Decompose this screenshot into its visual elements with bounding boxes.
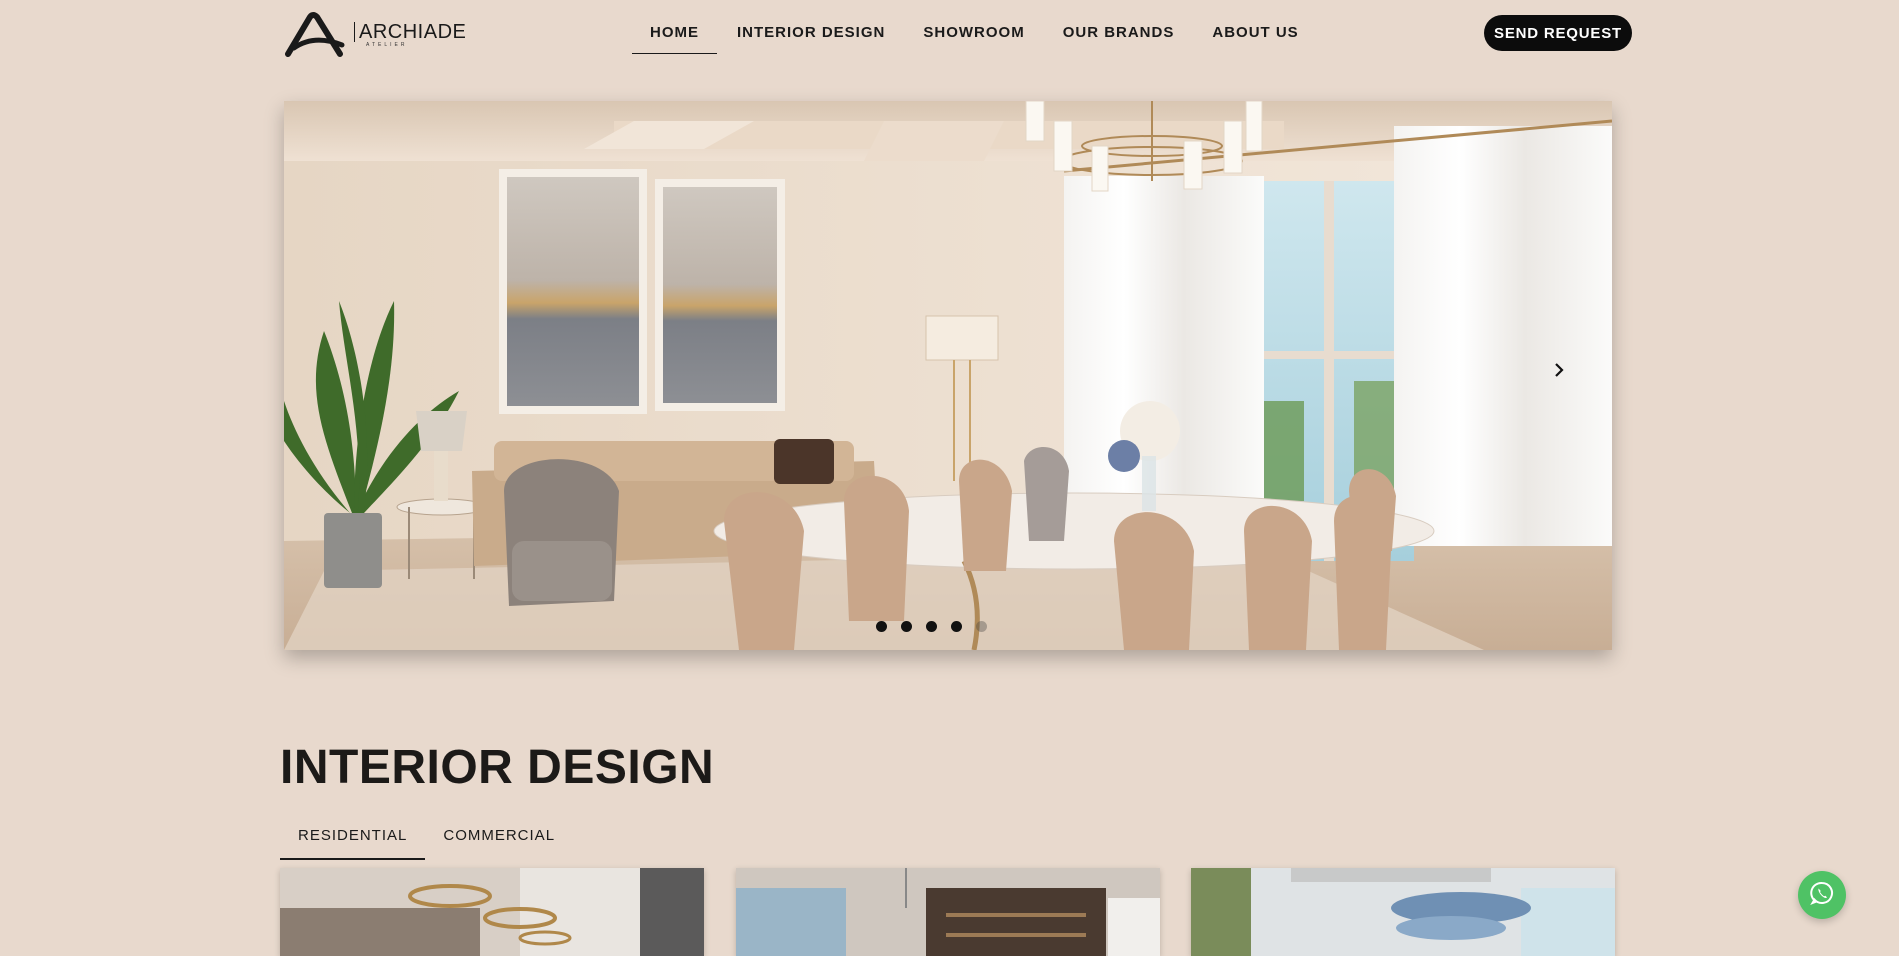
project-card-1[interactable] [280, 868, 704, 956]
main-nav: HOME INTERIOR DESIGN SHOWROOM OUR BRANDS… [632, 14, 1317, 54]
slide-dot-2[interactable] [901, 621, 912, 632]
slide-dot-1[interactable] [876, 621, 887, 632]
whatsapp-icon [1809, 880, 1835, 911]
brand-name: ARCHIADE [354, 22, 466, 42]
project-card-3[interactable] [1191, 868, 1615, 956]
nav-item-interior-design[interactable]: INTERIOR DESIGN [719, 14, 903, 54]
project-card-image [280, 868, 704, 956]
slide-dot-4[interactable] [951, 621, 962, 632]
tab-residential[interactable]: RESIDENTIAL [280, 815, 426, 860]
brand-logo-mark-icon [284, 12, 350, 58]
section-title: INTERIOR DESIGN [280, 741, 715, 794]
slide-dot-3[interactable] [926, 621, 937, 632]
send-request-button[interactable]: SEND REQUEST [1484, 15, 1632, 51]
nav-item-our-brands[interactable]: OUR BRANDS [1045, 14, 1193, 54]
brand-subtitle: ATELIER [366, 42, 408, 48]
project-card-image [1191, 868, 1615, 956]
brand-logo[interactable]: ARCHIADE ATELIER [284, 12, 466, 58]
hero-next-chevron-right-icon[interactable] [1552, 363, 1578, 389]
tab-commercial[interactable]: COMMERCIAL [425, 815, 573, 860]
hero-slide-image [284, 101, 1612, 650]
brand-wordmark: ARCHIADE ATELIER [354, 22, 466, 48]
section-tabs: RESIDENTIAL COMMERCIAL [280, 815, 573, 860]
nav-item-showroom[interactable]: SHOWROOM [905, 14, 1042, 54]
nav-item-about-us[interactable]: ABOUT US [1194, 14, 1316, 54]
site-header: ARCHIADE ATELIER HOME INTERIOR DESIGN SH… [0, 0, 1899, 70]
project-card-image [736, 868, 1160, 956]
project-card-2[interactable] [736, 868, 1160, 956]
nav-item-home[interactable]: HOME [632, 14, 717, 54]
slide-dot-5[interactable] [976, 621, 987, 632]
whatsapp-chat-button[interactable] [1798, 871, 1846, 919]
hero-slide-indicators [876, 621, 987, 632]
hero-slider [284, 101, 1612, 650]
